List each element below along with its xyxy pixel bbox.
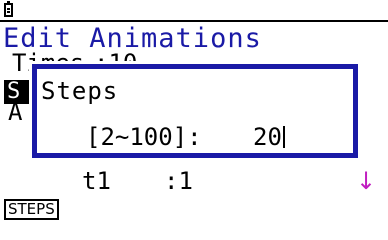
f1-steps-button[interactable]: STEPS xyxy=(4,199,59,220)
scroll-down-arrow-icon: ↓ xyxy=(356,167,377,195)
list-item-a[interactable]: A xyxy=(8,99,22,125)
dialog-title: Steps xyxy=(41,77,119,105)
text-cursor xyxy=(282,126,285,148)
list-item-t1[interactable]: t1 :1 xyxy=(82,168,193,194)
calculator-screen: Edit Animations Times:10 S A t0:0 t1:1 ↓… xyxy=(0,0,388,224)
list-item-value: :1 xyxy=(164,167,193,195)
steps-input[interactable]: 20 xyxy=(253,124,285,150)
list-item-label: A xyxy=(8,98,23,126)
steps-dialog: Steps [2~100]: 20 xyxy=(32,64,358,158)
range-label: [2~100]: xyxy=(86,123,202,151)
status-bar-divider xyxy=(0,20,388,22)
steps-input-value: 20 xyxy=(253,123,282,151)
list-item-label: t1 xyxy=(82,167,111,195)
battery-icon xyxy=(4,1,13,17)
